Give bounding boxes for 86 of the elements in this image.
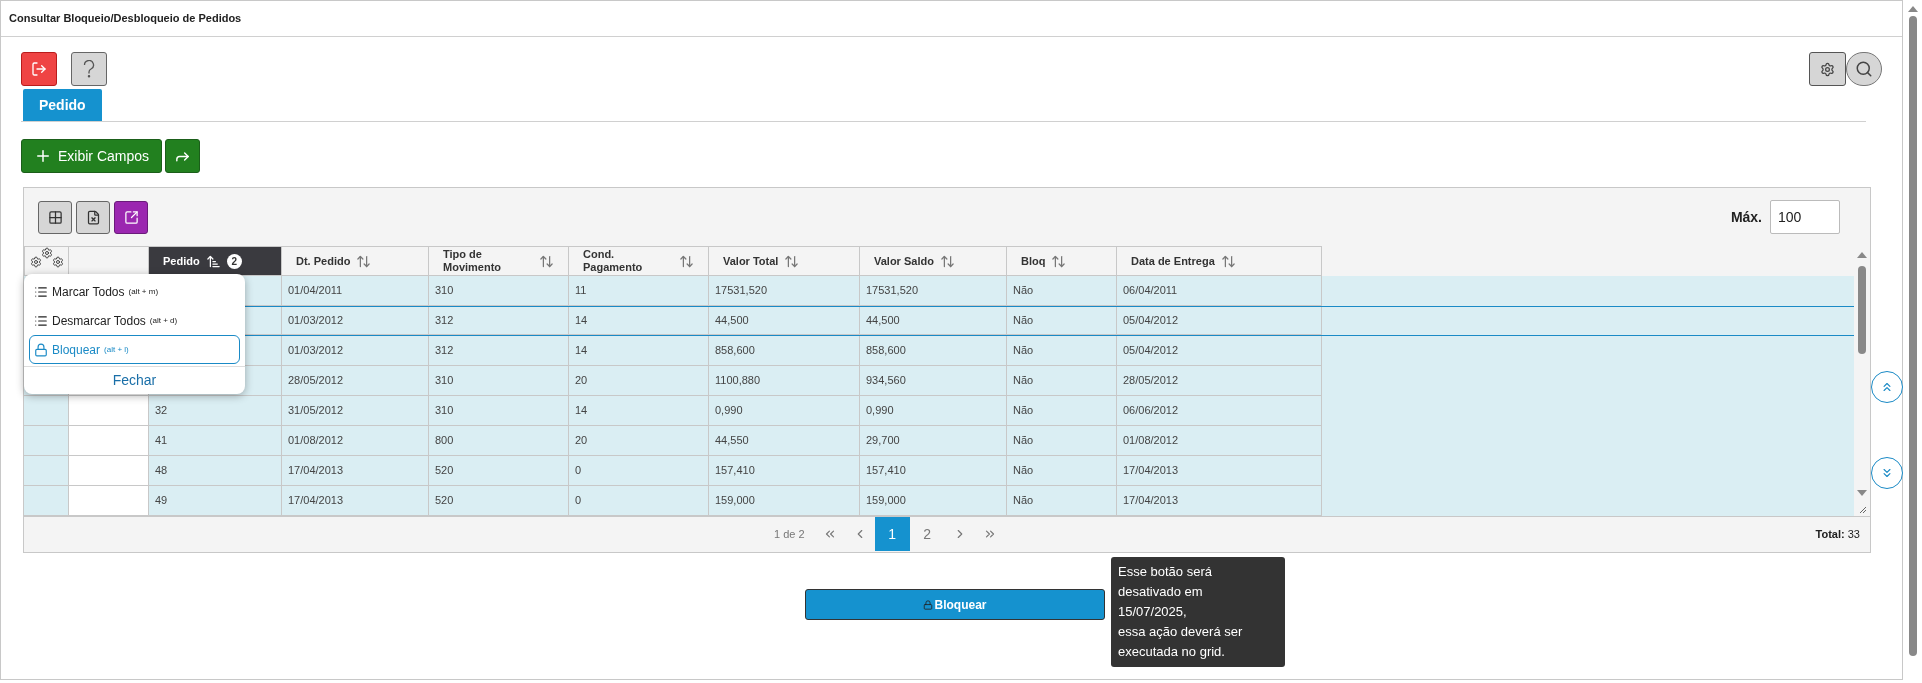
menu-item[interactable]: Bloquear (alt + l) <box>29 335 240 364</box>
double-chevron-up-icon <box>1880 380 1894 394</box>
scroll-to-top-button[interactable] <box>1871 371 1903 403</box>
table-cell: 520 <box>429 486 569 516</box>
column-header[interactable]: Dt. Pedido <box>282 246 429 276</box>
row-checkbox-cell[interactable] <box>69 486 149 516</box>
sort-icon[interactable] <box>784 253 800 269</box>
show-fields-button[interactable]: Exibir Campos <box>21 139 163 173</box>
row-checkbox-cell[interactable] <box>69 456 149 486</box>
table-cell: Não <box>1007 486 1117 516</box>
sort-icon[interactable] <box>679 253 694 269</box>
search-button[interactable] <box>1846 52 1882 86</box>
table-row[interactable]: 48 17/04/2013 520 0 157,410 157,410 Não 17/04/2013 <box>24 456 1854 486</box>
gear-icon <box>41 247 53 259</box>
settings-icon <box>1820 61 1835 77</box>
help-button[interactable] <box>71 52 107 86</box>
scroll-to-bottom-button[interactable] <box>1871 457 1903 489</box>
column-header[interactable]: Valor Saldo <box>860 246 1007 276</box>
table-cell: 312 <box>429 307 569 335</box>
scroll-up-icon[interactable] <box>1908 6 1918 12</box>
sort-icon[interactable] <box>1051 253 1067 269</box>
file-x-icon <box>85 209 101 225</box>
scroll-down-icon[interactable] <box>1857 490 1867 496</box>
list-icon <box>34 284 48 299</box>
sort-icon[interactable] <box>539 253 554 269</box>
grid-layout-button[interactable] <box>38 200 72 234</box>
list-icon <box>34 313 48 328</box>
column-header[interactable]: Tipo de Movimento <box>429 246 569 276</box>
table-cell: Não <box>1007 307 1117 335</box>
table-cell: 159,000 <box>709 486 860 516</box>
sort-order-badge: 2 <box>226 253 242 269</box>
expand-icon <box>123 209 139 225</box>
question-mark-icon <box>83 60 95 78</box>
sort-icon[interactable] <box>939 253 955 269</box>
row-checkbox-cell[interactable] <box>69 396 149 426</box>
sort-icon[interactable] <box>1220 253 1236 269</box>
gear-column-header[interactable] <box>24 246 69 276</box>
search-icon <box>1855 60 1873 78</box>
max-field[interactable]: 100 <box>1770 200 1840 234</box>
expand-button[interactable] <box>114 200 148 234</box>
sort-ascending-icon[interactable] <box>205 253 221 269</box>
table-cell: 44,500 <box>709 307 860 335</box>
scrollbar-thumb[interactable] <box>1858 266 1866 354</box>
gear-icon <box>52 256 64 268</box>
row-checkbox-cell[interactable] <box>69 426 149 456</box>
tooltip: Esse botão será desativado em 15/07/2025, essa ação deverá ser executada no grid. <box>1111 557 1285 667</box>
column-header[interactable]: Valor Total <box>709 246 860 276</box>
lock-icon <box>34 342 48 357</box>
scrollbar-thumb[interactable] <box>1909 16 1917 656</box>
table-cell: 159,000 <box>860 486 1007 516</box>
table-cell: 17/04/2013 <box>282 486 429 516</box>
table-cell: 14 <box>569 307 709 335</box>
exit-icon <box>31 61 47 77</box>
table-row[interactable]: 41 01/08/2012 800 20 44,550 29,700 Não 01/08/2012 <box>24 426 1854 456</box>
double-chevron-down-icon <box>1880 466 1894 480</box>
menu-item[interactable]: Desmarcar Todos (alt + d) <box>29 306 240 335</box>
page-summary: 1 de 2 <box>774 526 805 542</box>
settings-button[interactable] <box>1809 52 1846 86</box>
column-header[interactable]: Pedido 2 <box>149 246 282 276</box>
total-count: Total: 33 <box>1815 527 1860 543</box>
resize-grip-icon[interactable] <box>1857 504 1867 514</box>
table-cell: 17/04/2013 <box>1117 486 1322 516</box>
gear-icon <box>30 256 42 268</box>
scroll-up-icon[interactable] <box>1857 252 1867 258</box>
column-header[interactable]: Data de Entrega <box>1117 246 1322 276</box>
share-button[interactable] <box>165 139 201 173</box>
table-cell: 44,500 <box>860 307 1007 335</box>
table-row[interactable]: 32 31/05/2012 310 14 0,990 0,990 Não 06/06/2012 <box>24 396 1854 426</box>
sort-icon[interactable] <box>356 253 372 269</box>
table-cell: 01/03/2012 <box>282 307 429 335</box>
column-header[interactable]: Bloq <box>1007 246 1117 276</box>
grid-icon <box>47 209 63 225</box>
table-cell: 49 <box>149 486 282 516</box>
plus-icon <box>34 147 52 165</box>
lock-icon <box>923 599 934 610</box>
table-cell: 05/04/2012 <box>1117 307 1322 335</box>
column-header[interactable]: Cond. Pagamento <box>569 246 709 276</box>
window-title: Consultar Bloqueio/Desbloqueio de Pedidos <box>9 11 242 27</box>
excel-export-button[interactable] <box>76 200 110 234</box>
page-button[interactable]: 2 <box>909 517 945 551</box>
close-button[interactable]: Fechar <box>112 370 157 391</box>
max-label: Máx. <box>1730 207 1762 227</box>
exit-button[interactable] <box>21 52 57 86</box>
table-row[interactable]: 49 17/04/2013 520 0 159,000 159,000 Não 17/04/2013 <box>24 486 1854 516</box>
table-cell: 0 <box>569 486 709 516</box>
menu-item[interactable]: Marcar Todos (alt + m) <box>29 277 240 306</box>
